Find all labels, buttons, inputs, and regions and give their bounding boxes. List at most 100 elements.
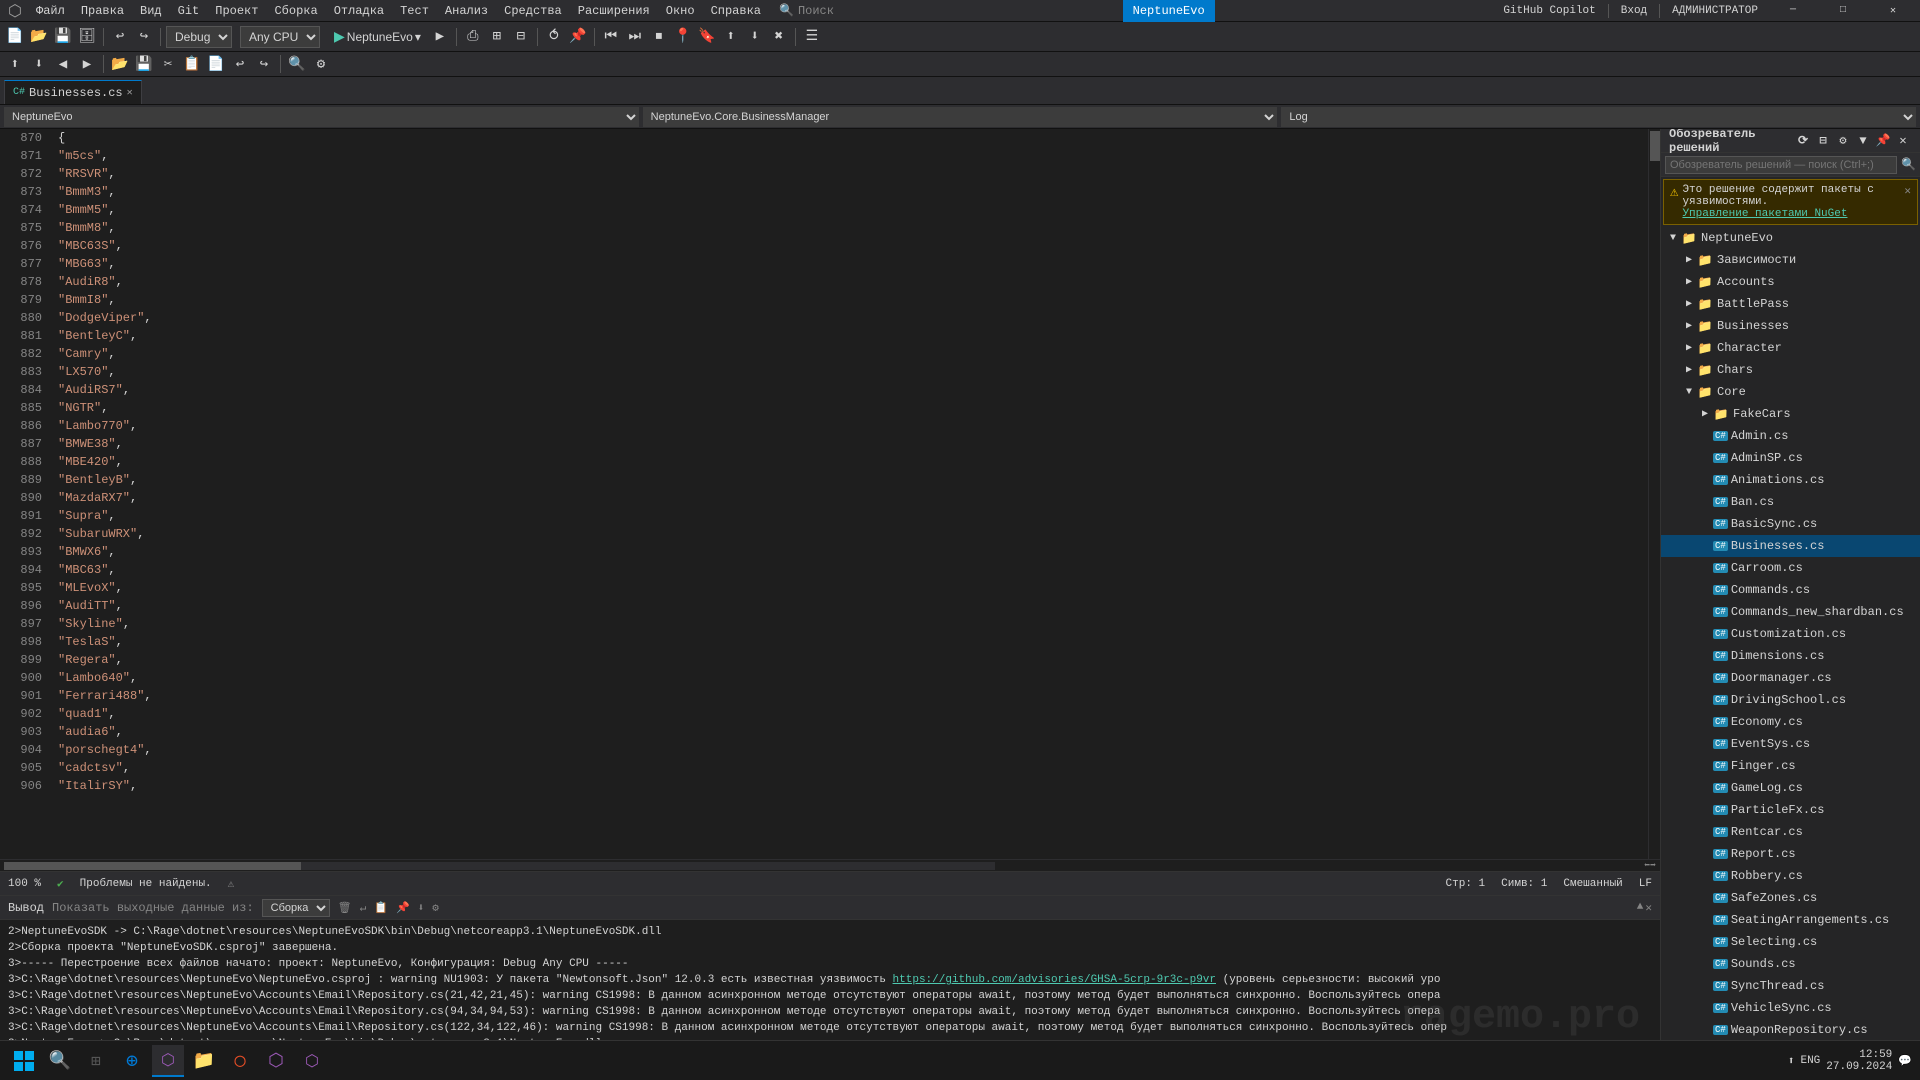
- edge-btn[interactable]: ⊕: [116, 1045, 148, 1077]
- cpu-select[interactable]: Any CPU: [240, 26, 320, 48]
- tree-cs-file[interactable]: ▶C#BasicSync.cs: [1661, 513, 1920, 535]
- output-maximize-btn[interactable]: ▲: [1637, 901, 1644, 915]
- menu-tools[interactable]: Средства: [496, 0, 570, 22]
- toolbar-btn5[interactable]: 📌: [567, 26, 589, 48]
- toolbar-btn6[interactable]: ⏮: [600, 26, 622, 48]
- toolbar-btn11[interactable]: ⬆: [720, 26, 742, 48]
- start-button[interactable]: [8, 1045, 40, 1077]
- tree-folder[interactable]: ▶📁BattlePass: [1661, 293, 1920, 315]
- search-taskbar-btn[interactable]: 🔍: [44, 1045, 76, 1077]
- tab-businesses-cs[interactable]: C# Businesses.cs ✕: [4, 80, 142, 104]
- toolbar-btn9[interactable]: 📍: [672, 26, 694, 48]
- login-btn[interactable]: Вход: [1613, 5, 1655, 17]
- minimize-button[interactable]: ─: [1770, 0, 1816, 22]
- output-clear-btn[interactable]: 🗑: [338, 901, 352, 915]
- menu-debug[interactable]: Отладка: [326, 0, 392, 22]
- file-explorer-btn[interactable]: 📁: [188, 1045, 220, 1077]
- tree-cs-file[interactable]: ▶C#Carroom.cs: [1661, 557, 1920, 579]
- tree-root[interactable]: ▼📁NeptuneEvo: [1661, 227, 1920, 249]
- tab-close-icon[interactable]: ✕: [127, 87, 133, 99]
- toolbar-new-btn[interactable]: 📄: [4, 26, 26, 48]
- debug-config-select[interactable]: Debug: [166, 26, 232, 48]
- tb2-btn7[interactable]: ✂: [157, 53, 179, 75]
- tb2-btn13[interactable]: ⚙: [310, 53, 332, 75]
- run-next-btn[interactable]: ▶: [429, 26, 451, 48]
- toolbar-btn8[interactable]: ⏹: [648, 26, 670, 48]
- toolbar-undo-btn[interactable]: ↩: [109, 26, 131, 48]
- toolbar-save-btn[interactable]: 💾: [52, 26, 74, 48]
- toolbar-btn1[interactable]: ⎙: [462, 26, 484, 48]
- tree-cs-file[interactable]: ▶C#Report.cs: [1661, 843, 1920, 865]
- tb2-btn1[interactable]: ⬆: [4, 53, 26, 75]
- code-area[interactable]: { "m5cs", "RRSVR", "BmmM3", "BmmM5", "Bm…: [50, 129, 1648, 859]
- tree-cs-file[interactable]: ▶C#Ban.cs: [1661, 491, 1920, 513]
- menu-test[interactable]: Тест: [392, 0, 437, 22]
- se-filter-btn[interactable]: ▼: [1854, 132, 1872, 150]
- close-button[interactable]: ✕: [1870, 0, 1916, 22]
- se-search-input[interactable]: [1665, 156, 1897, 174]
- tree-folder[interactable]: ▶📁Businesses: [1661, 315, 1920, 337]
- tree-cs-file[interactable]: ▶C#Animations.cs: [1661, 469, 1920, 491]
- tree-cs-file[interactable]: ▶C#Dimensions.cs: [1661, 645, 1920, 667]
- toolbar-btn7[interactable]: ⏭: [624, 26, 646, 48]
- tree-cs-file[interactable]: ▶C#Selecting.cs: [1661, 931, 1920, 953]
- run-dropdown-icon[interactable]: ▾: [415, 30, 421, 44]
- output-wrap-btn[interactable]: ↵: [360, 901, 367, 915]
- tree-cs-file[interactable]: ▶C#Robbery.cs: [1661, 865, 1920, 887]
- se-warning-close-btn[interactable]: ✕: [1904, 184, 1911, 198]
- toolbar-btn4[interactable]: ⥀: [543, 26, 565, 48]
- tree-folder[interactable]: ▶📁Accounts: [1661, 271, 1920, 293]
- se-sync-btn[interactable]: ⟳: [1794, 132, 1812, 150]
- code-editor[interactable]: 8708718728738748758768778788798808818828…: [0, 129, 1660, 895]
- tree-cs-file[interactable]: ▶C#SyncThread.cs: [1661, 975, 1920, 997]
- editor-scrollbar[interactable]: [1648, 129, 1660, 859]
- se-close-btn[interactable]: ✕: [1894, 132, 1912, 150]
- tree-cs-file[interactable]: ▶C#Admin.cs: [1661, 425, 1920, 447]
- browser-btn2[interactable]: ⬡: [260, 1045, 292, 1077]
- menu-window[interactable]: Окно: [658, 0, 703, 22]
- output-link[interactable]: https://github.com/advisories/GHSA-5crp-…: [893, 974, 1216, 986]
- tree-cs-file[interactable]: ▶C#Rentcar.cs: [1661, 821, 1920, 843]
- tb2-btn8[interactable]: 📋: [181, 53, 203, 75]
- copilot-label[interactable]: GitHub Copilot: [1495, 5, 1603, 17]
- tree-cs-file[interactable]: ▶C#SeatingArrangements.cs: [1661, 909, 1920, 931]
- menu-git[interactable]: Git: [170, 0, 208, 22]
- tree-folder[interactable]: ▶📁FakeCars: [1661, 403, 1920, 425]
- tree-cs-file[interactable]: ▶C#WeaponRepository.cs: [1661, 1019, 1920, 1041]
- se-nuget-link[interactable]: Управление пакетами NuGet: [1682, 208, 1847, 220]
- toolbar-btn12[interactable]: ⬇: [744, 26, 766, 48]
- menu-file[interactable]: Файл: [28, 0, 73, 22]
- vs-taskbar-btn[interactable]: ⬡: [152, 1045, 184, 1077]
- tree-folder[interactable]: ▶📁Зависимости: [1661, 249, 1920, 271]
- toolbar-save-all-btn[interactable]: 🗄: [76, 26, 98, 48]
- output-copy-btn[interactable]: 📋: [374, 901, 388, 915]
- toolbar-btn13[interactable]: ✖: [768, 26, 790, 48]
- toolbar-btn2[interactable]: ⊞: [486, 26, 508, 48]
- tree-cs-file[interactable]: ▶C#EventSys.cs: [1661, 733, 1920, 755]
- project-nav-select[interactable]: NeptuneEvo: [4, 107, 639, 127]
- output-settings-btn[interactable]: ⚙: [432, 901, 439, 915]
- tree-cs-file[interactable]: ▶C#Businesses.cs: [1661, 535, 1920, 557]
- tb2-btn2[interactable]: ⬇: [28, 53, 50, 75]
- toolbar-open-btn[interactable]: 📂: [28, 26, 50, 48]
- output-close-btn[interactable]: ✕: [1645, 901, 1652, 915]
- tree-cs-file[interactable]: ▶C#Sounds.cs: [1661, 953, 1920, 975]
- taskview-btn[interactable]: ⊞: [80, 1045, 112, 1077]
- browser-btn[interactable]: ◯: [224, 1045, 256, 1077]
- tree-cs-file[interactable]: ▶C#Commands.cs: [1661, 579, 1920, 601]
- tree-cs-file[interactable]: ▶C#DrivingSchool.cs: [1661, 689, 1920, 711]
- output-filter-select[interactable]: Сборка: [262, 899, 330, 917]
- tb2-btn10[interactable]: ↩: [229, 53, 251, 75]
- run-button[interactable]: ▶ NeptuneEvo ▾: [328, 26, 427, 47]
- tb2-btn9[interactable]: 📄: [205, 53, 227, 75]
- tree-cs-file[interactable]: ▶C#SafeZones.cs: [1661, 887, 1920, 909]
- se-collapse-btn[interactable]: ⊟: [1814, 132, 1832, 150]
- vs2-taskbar-btn[interactable]: ⬡: [296, 1045, 328, 1077]
- tree-cs-file[interactable]: ▶C#ParticleFx.cs: [1661, 799, 1920, 821]
- tree-folder[interactable]: ▶📁Chars: [1661, 359, 1920, 381]
- tree-cs-file[interactable]: ▶C#Doormanager.cs: [1661, 667, 1920, 689]
- notifications-btn[interactable]: 💬: [1898, 1054, 1912, 1068]
- toolbar-btn3[interactable]: ⊟: [510, 26, 532, 48]
- tb2-btn3[interactable]: ◀: [52, 53, 74, 75]
- output-pin-btn[interactable]: 📌: [396, 901, 410, 915]
